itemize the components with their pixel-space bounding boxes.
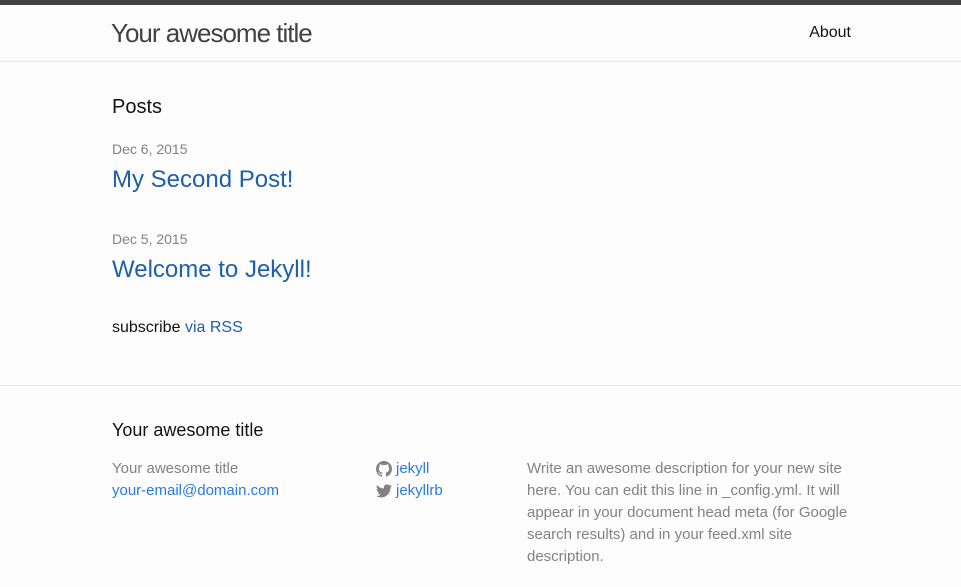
post-date: Dec 6, 2015 (112, 141, 188, 157)
nav-about-link[interactable]: About (809, 23, 851, 43)
github-icon (376, 461, 392, 477)
post-title-link[interactable]: Welcome to Jekyll! (112, 255, 312, 285)
site-header: Your awesome title About (0, 5, 961, 62)
page-content: Posts Dec 6, 2015 My Second Post! Dec 5,… (0, 62, 961, 386)
rss-link[interactable]: via RSS (185, 319, 243, 336)
post-item: Dec 5, 2015 Welcome to Jekyll! (112, 230, 312, 285)
footer-contact: Your awesome title your-email@domain.com (112, 458, 362, 502)
posts-heading: Posts (112, 96, 163, 118)
twitter-icon (376, 484, 392, 498)
github-link[interactable]: jekyll (376, 458, 516, 480)
rss-subscribe: subscribe via RSS (112, 318, 243, 338)
rss-prefix: subscribe (112, 319, 181, 336)
post-title-link[interactable]: My Second Post! (112, 165, 293, 195)
site-title[interactable]: Your awesome title (111, 17, 313, 49)
post-date: Dec 5, 2015 (112, 231, 188, 247)
footer-description: Write an awesome description for your ne… (527, 460, 848, 565)
site-footer: Your awesome title Your awesome title yo… (0, 386, 961, 586)
footer-heading: Your awesome title (112, 420, 264, 440)
footer-social: jekyll jekyllrb (376, 458, 516, 502)
twitter-username: jekyllrb (396, 482, 443, 499)
twitter-link[interactable]: jekyllrb (376, 480, 516, 502)
footer-contact-name: Your awesome title (112, 460, 239, 477)
footer-email-link[interactable]: your-email@domain.com (112, 482, 279, 499)
github-username: jekyll (396, 460, 430, 477)
post-item: Dec 6, 2015 My Second Post! (112, 140, 293, 195)
